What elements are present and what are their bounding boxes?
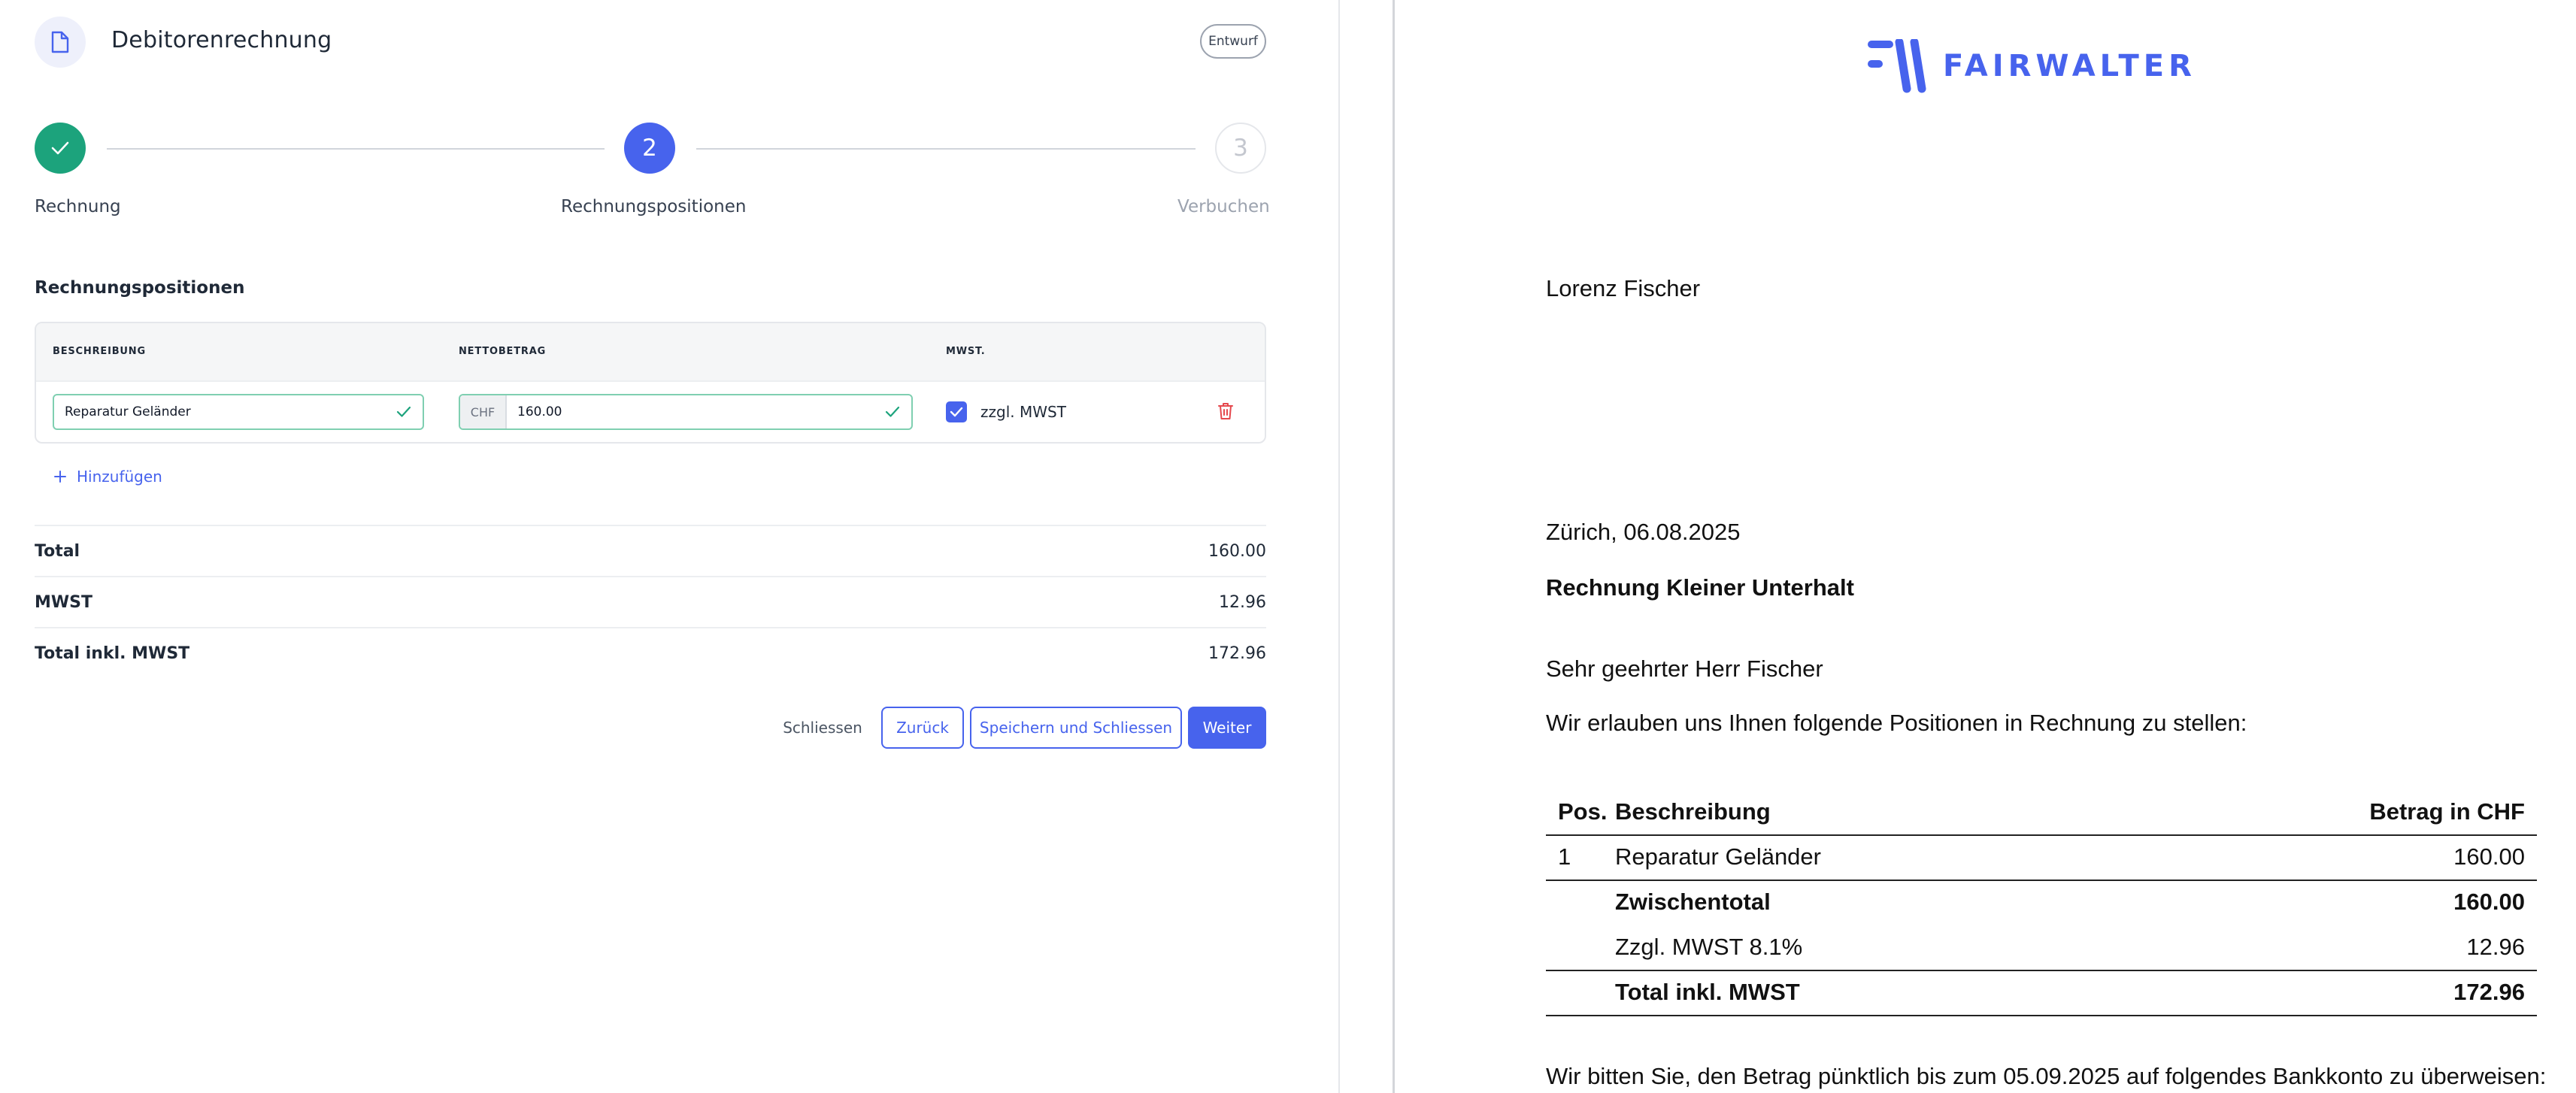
valid-check-icon (396, 406, 411, 417)
summary-label: Total inkl. MWST (35, 643, 190, 663)
fairwalter-logo: FAIRWALTER (1868, 39, 2196, 93)
total-amount: 172.96 (2453, 979, 2525, 1005)
column-header-net-amount: NETTOBETRAG (459, 346, 547, 357)
step-3-label: Verbuchen (1177, 197, 1270, 216)
recipient-name: Lorenz Fischer (1546, 275, 1701, 301)
logo-text: FAIRWALTER (1943, 49, 2196, 83)
check-icon (51, 141, 69, 155)
vat-amount: 12.96 (2466, 934, 2525, 960)
payment-instructions: Wir bitten Sie, den Betrag pünktlich bis… (1546, 1063, 2547, 1089)
checkbox-check-icon (950, 407, 963, 417)
invoice-vat-row: Zzgl. MWST 8.1% 12.96 (1546, 926, 2537, 971)
add-position-button[interactable]: Hinzufügen (53, 468, 162, 486)
add-position-label: Hinzufügen (77, 468, 162, 486)
summary-label: Total (35, 541, 80, 561)
invoice-form-panel: Debitorenrechnung Entwurf 2 3 Rechnung R… (0, 0, 1338, 1093)
invoice-table-header: Pos. Beschreibung Betrag in CHF (1546, 791, 2537, 836)
total-label: Total inkl. MWST (1615, 979, 1800, 1005)
description-input[interactable]: Reparatur Geländer (53, 394, 424, 430)
column-header-vat: MWST. (946, 346, 986, 357)
summary-row-total-incl-vat: Total inkl. MWST 172.96 (35, 627, 1266, 678)
invoice-total-row: Total inkl. MWST 172.96 (1546, 971, 2537, 1016)
row-amount: 160.00 (2453, 843, 2525, 870)
invoice-positions-table: Pos. Beschreibung Betrag in CHF 1 Repara… (1546, 791, 2537, 1016)
row-description: Reparatur Geländer (1615, 843, 1821, 870)
save-and-close-button[interactable]: Speichern und Schliessen (970, 707, 1182, 749)
amount-value: 160.00 (517, 404, 562, 419)
vat-label: Zzgl. MWST 8.1% (1615, 934, 1803, 960)
status-badge: Entwurf (1200, 24, 1266, 59)
header-amount: Betrag in CHF (2369, 798, 2525, 825)
document-icon (35, 17, 86, 68)
plus-icon (54, 471, 66, 483)
intro-text: Wir erlauben uns Ihnen folgende Position… (1546, 710, 2247, 736)
step-1-label: Rechnung (35, 197, 121, 216)
description-value: Reparatur Geländer (65, 404, 191, 419)
back-button[interactable]: Zurück (881, 707, 964, 749)
summary-label: MWST (35, 592, 93, 612)
column-header-description: BESCHREIBUNG (53, 346, 146, 357)
header-description: Beschreibung (1615, 798, 1771, 825)
positions-table: BESCHREIBUNG NETTOBETRAG MWST. Reparatur… (35, 322, 1266, 444)
step-3-circle[interactable]: 3 (1215, 123, 1266, 174)
summary-row-vat: MWST 12.96 (35, 576, 1266, 627)
section-title: Rechnungspositionen (35, 278, 245, 298)
subtotal-amount: 160.00 (2453, 889, 2525, 915)
page-title: Debitorenrechnung (111, 27, 332, 53)
valid-check-icon (885, 406, 900, 417)
trash-icon[interactable] (1217, 401, 1235, 421)
vat-checkbox[interactable] (946, 401, 967, 422)
net-amount-input[interactable]: CHF 160.00 (459, 394, 913, 430)
next-button[interactable]: Weiter (1188, 707, 1266, 749)
row-pos: 1 (1558, 843, 1571, 870)
logo-mark-icon (1868, 39, 1926, 93)
step-2-circle[interactable]: 2 (624, 123, 675, 174)
stepper-connector (696, 148, 1196, 150)
invoice-subject: Rechnung Kleiner Unterhalt (1546, 574, 1854, 601)
summary-value: 172.96 (1208, 643, 1266, 663)
preview-page-edge (1393, 0, 1395, 1093)
place-date: Zürich, 06.08.2025 (1546, 519, 1741, 545)
invoice-subtotal-row: Zwischentotal 160.00 (1546, 881, 2537, 926)
salutation: Sehr geehrter Herr Fischer (1546, 655, 1823, 682)
close-button[interactable]: Schliessen (777, 707, 868, 749)
header-pos: Pos. (1558, 798, 1608, 825)
table-header: BESCHREIBUNG NETTOBETRAG MWST. (36, 323, 1265, 382)
summary-value: 12.96 (1219, 592, 1266, 612)
invoice-table-row: 1 Reparatur Geländer 160.00 (1546, 836, 2537, 881)
summary-row-total: Total 160.00 (35, 525, 1266, 576)
summary-value: 160.00 (1208, 541, 1266, 561)
vat-checkbox-label[interactable]: zzgl. MWST (980, 403, 1066, 421)
step-1-circle[interactable] (35, 123, 86, 174)
step-2-label: Rechnungspositionen (561, 197, 747, 216)
subtotal-label: Zwischentotal (1615, 889, 1771, 915)
currency-prefix: CHF (460, 395, 507, 428)
stepper-connector (107, 148, 605, 150)
